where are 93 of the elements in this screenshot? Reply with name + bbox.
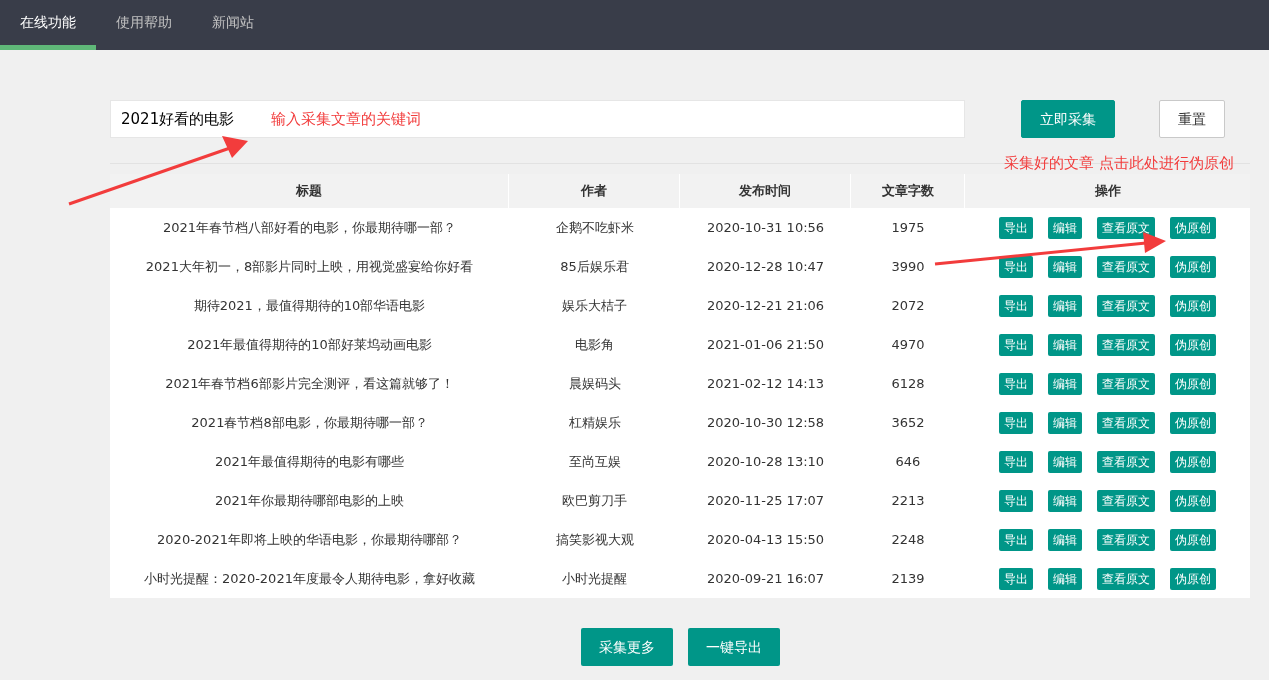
column-header: 操作 bbox=[1093, 182, 1122, 201]
table-cell-text: 2139 bbox=[890, 569, 926, 588]
table-cell-text: 杠精娱乐 bbox=[567, 413, 622, 432]
table-cell-text: 6128 bbox=[890, 374, 926, 393]
table-cell-text: 4970 bbox=[890, 335, 926, 354]
action-button[interactable]: 编辑 bbox=[1048, 372, 1082, 395]
table-cell-text: 646 bbox=[894, 452, 922, 471]
action-button[interactable]: 导出 bbox=[999, 411, 1033, 434]
action-button[interactable]: 编辑 bbox=[1048, 528, 1082, 551]
action-button[interactable]: 伪原创 bbox=[1170, 489, 1216, 512]
action-button[interactable]: 伪原创 bbox=[1170, 567, 1216, 590]
action-button[interactable]: 查看原文 bbox=[1097, 411, 1155, 434]
table-cell-text: 期待2021，最值得期待的10部华语电影 bbox=[192, 296, 427, 315]
table-cell-text: 娱乐大桔子 bbox=[561, 296, 628, 315]
table-cell-text: 2021年春节档八部好看的电影，你最期待哪一部？ bbox=[161, 218, 458, 237]
table-cell-text: 3990 bbox=[890, 257, 926, 276]
collect-button[interactable]: 立即采集 bbox=[1021, 100, 1115, 138]
action-button[interactable]: 导出 bbox=[999, 489, 1033, 512]
action-button[interactable]: 伪原创 bbox=[1170, 216, 1216, 239]
column-header: 作者 bbox=[509, 174, 680, 208]
action-button[interactable]: 编辑 bbox=[1048, 333, 1082, 356]
table-cell-text: 2020-11-25 17:07 bbox=[705, 491, 826, 510]
table-cell-text: 2021-01-06 21:50 bbox=[705, 335, 826, 354]
action-button[interactable]: 查看原文 bbox=[1097, 489, 1155, 512]
table-cell-text: 企鹅不吃虾米 bbox=[554, 218, 635, 237]
action-button[interactable]: 查看原文 bbox=[1097, 567, 1155, 590]
table-cell-text: 2020-12-21 21:06 bbox=[705, 296, 826, 315]
action-button[interactable]: 编辑 bbox=[1048, 489, 1082, 512]
column-header: 发布时间 bbox=[680, 174, 851, 208]
action-button[interactable]: 查看原文 bbox=[1097, 333, 1155, 356]
table-cell-text: 2021大年初一，8部影片同时上映，用视觉盛宴给你好看 bbox=[144, 257, 475, 276]
table-cell-text: 晨娱码头 bbox=[567, 374, 622, 393]
action-button[interactable]: 伪原创 bbox=[1170, 294, 1216, 317]
annotation-text: 输入采集文章的关键词 bbox=[271, 109, 421, 130]
action-button[interactable]: 编辑 bbox=[1048, 294, 1082, 317]
table-cell-text: 2021春节档8部电影，你最期待哪一部？ bbox=[190, 413, 429, 432]
action-button[interactable]: 导出 bbox=[999, 372, 1033, 395]
table-cell-text: 2072 bbox=[890, 296, 926, 315]
table-cell-text: 小时光提醒：2020-2021年度最令人期待电影，拿好收藏 bbox=[143, 569, 476, 588]
table-cell-text: 搞笑影视大观 bbox=[554, 530, 635, 549]
table-cell-text: 至尚互娱 bbox=[567, 452, 622, 471]
table-cell-text: 2020-12-28 10:47 bbox=[705, 257, 826, 276]
action-button[interactable]: 伪原创 bbox=[1170, 411, 1216, 434]
table-cell-text: 2020-2021年即将上映的华语电影，你最期待哪部？ bbox=[156, 530, 463, 549]
action-button[interactable]: 编辑 bbox=[1048, 450, 1082, 473]
column-header: 标题 bbox=[110, 174, 509, 208]
table-cell-text: 2021年春节档6部影片完全测评，看这篇就够了！ bbox=[164, 374, 455, 393]
action-button[interactable]: 编辑 bbox=[1048, 216, 1082, 239]
table-cell-text: 85后娱乐君 bbox=[559, 257, 630, 276]
table-cell-text: 2020-10-31 10:56 bbox=[705, 218, 826, 237]
reset-button[interactable]: 重置 bbox=[1159, 100, 1225, 138]
action-button[interactable]: 导出 bbox=[999, 450, 1033, 473]
nav-tab[interactable]: 新闻站 bbox=[192, 0, 274, 50]
action-button[interactable]: 伪原创 bbox=[1170, 333, 1216, 356]
action-button[interactable]: 导出 bbox=[999, 294, 1033, 317]
action-button[interactable]: 查看原文 bbox=[1097, 255, 1155, 278]
export-all-button[interactable]: 一键导出 bbox=[687, 628, 780, 666]
table-cell-text: 2021年你最期待哪部电影的上映 bbox=[213, 491, 406, 510]
action-button[interactable]: 导出 bbox=[999, 567, 1033, 590]
action-button[interactable]: 查看原文 bbox=[1097, 294, 1155, 317]
table-cell-text: 欧巴剪刀手 bbox=[561, 491, 628, 510]
collect-more-button[interactable]: 采集更多 bbox=[580, 628, 673, 666]
action-button[interactable]: 伪原创 bbox=[1170, 372, 1216, 395]
action-button[interactable]: 编辑 bbox=[1048, 567, 1082, 590]
column-header: 文章字数 bbox=[851, 174, 965, 208]
table-cell-text: 2020-04-13 15:50 bbox=[705, 530, 826, 549]
table-cell-text: 2020-10-30 12:58 bbox=[705, 413, 826, 432]
action-button[interactable]: 查看原文 bbox=[1097, 528, 1155, 551]
action-button[interactable]: 导出 bbox=[999, 216, 1033, 239]
action-button[interactable]: 导出 bbox=[999, 333, 1033, 356]
table-cell-text: 2248 bbox=[890, 530, 926, 549]
table-cell-text: 2021年最值得期待的10部好莱坞动画电影 bbox=[186, 335, 433, 354]
action-button[interactable]: 伪原创 bbox=[1170, 255, 1216, 278]
action-button[interactable]: 查看原文 bbox=[1097, 216, 1155, 239]
table-cell-text: 2020-09-21 16:07 bbox=[705, 569, 826, 588]
action-button[interactable]: 查看原文 bbox=[1097, 450, 1155, 473]
table-cell-text: 2020-10-28 13:10 bbox=[705, 452, 826, 471]
table-cell-text: 电影角 bbox=[574, 335, 615, 354]
nav-tab[interactable]: 使用帮助 bbox=[96, 0, 192, 50]
action-button[interactable]: 编辑 bbox=[1048, 411, 1082, 434]
action-button[interactable]: 导出 bbox=[999, 528, 1033, 551]
action-button[interactable]: 伪原创 bbox=[1170, 450, 1216, 473]
table-cell-text: 2021年最值得期待的电影有哪些 bbox=[213, 452, 406, 471]
table-cell-text: 1975 bbox=[890, 218, 926, 237]
action-button[interactable]: 查看原文 bbox=[1097, 372, 1155, 395]
annotation-text: 采集好的文章 点击此处进行伪原创 bbox=[1004, 153, 1234, 174]
nav-tab[interactable]: 在线功能 bbox=[0, 0, 96, 50]
table-cell-text: 小时光提醒 bbox=[561, 569, 628, 588]
action-button[interactable]: 伪原创 bbox=[1170, 528, 1216, 551]
table-cell-text: 2021-02-12 14:13 bbox=[705, 374, 826, 393]
action-button[interactable]: 编辑 bbox=[1048, 255, 1082, 278]
table-cell-text: 2213 bbox=[890, 491, 926, 510]
table-cell-text: 3652 bbox=[890, 413, 926, 432]
